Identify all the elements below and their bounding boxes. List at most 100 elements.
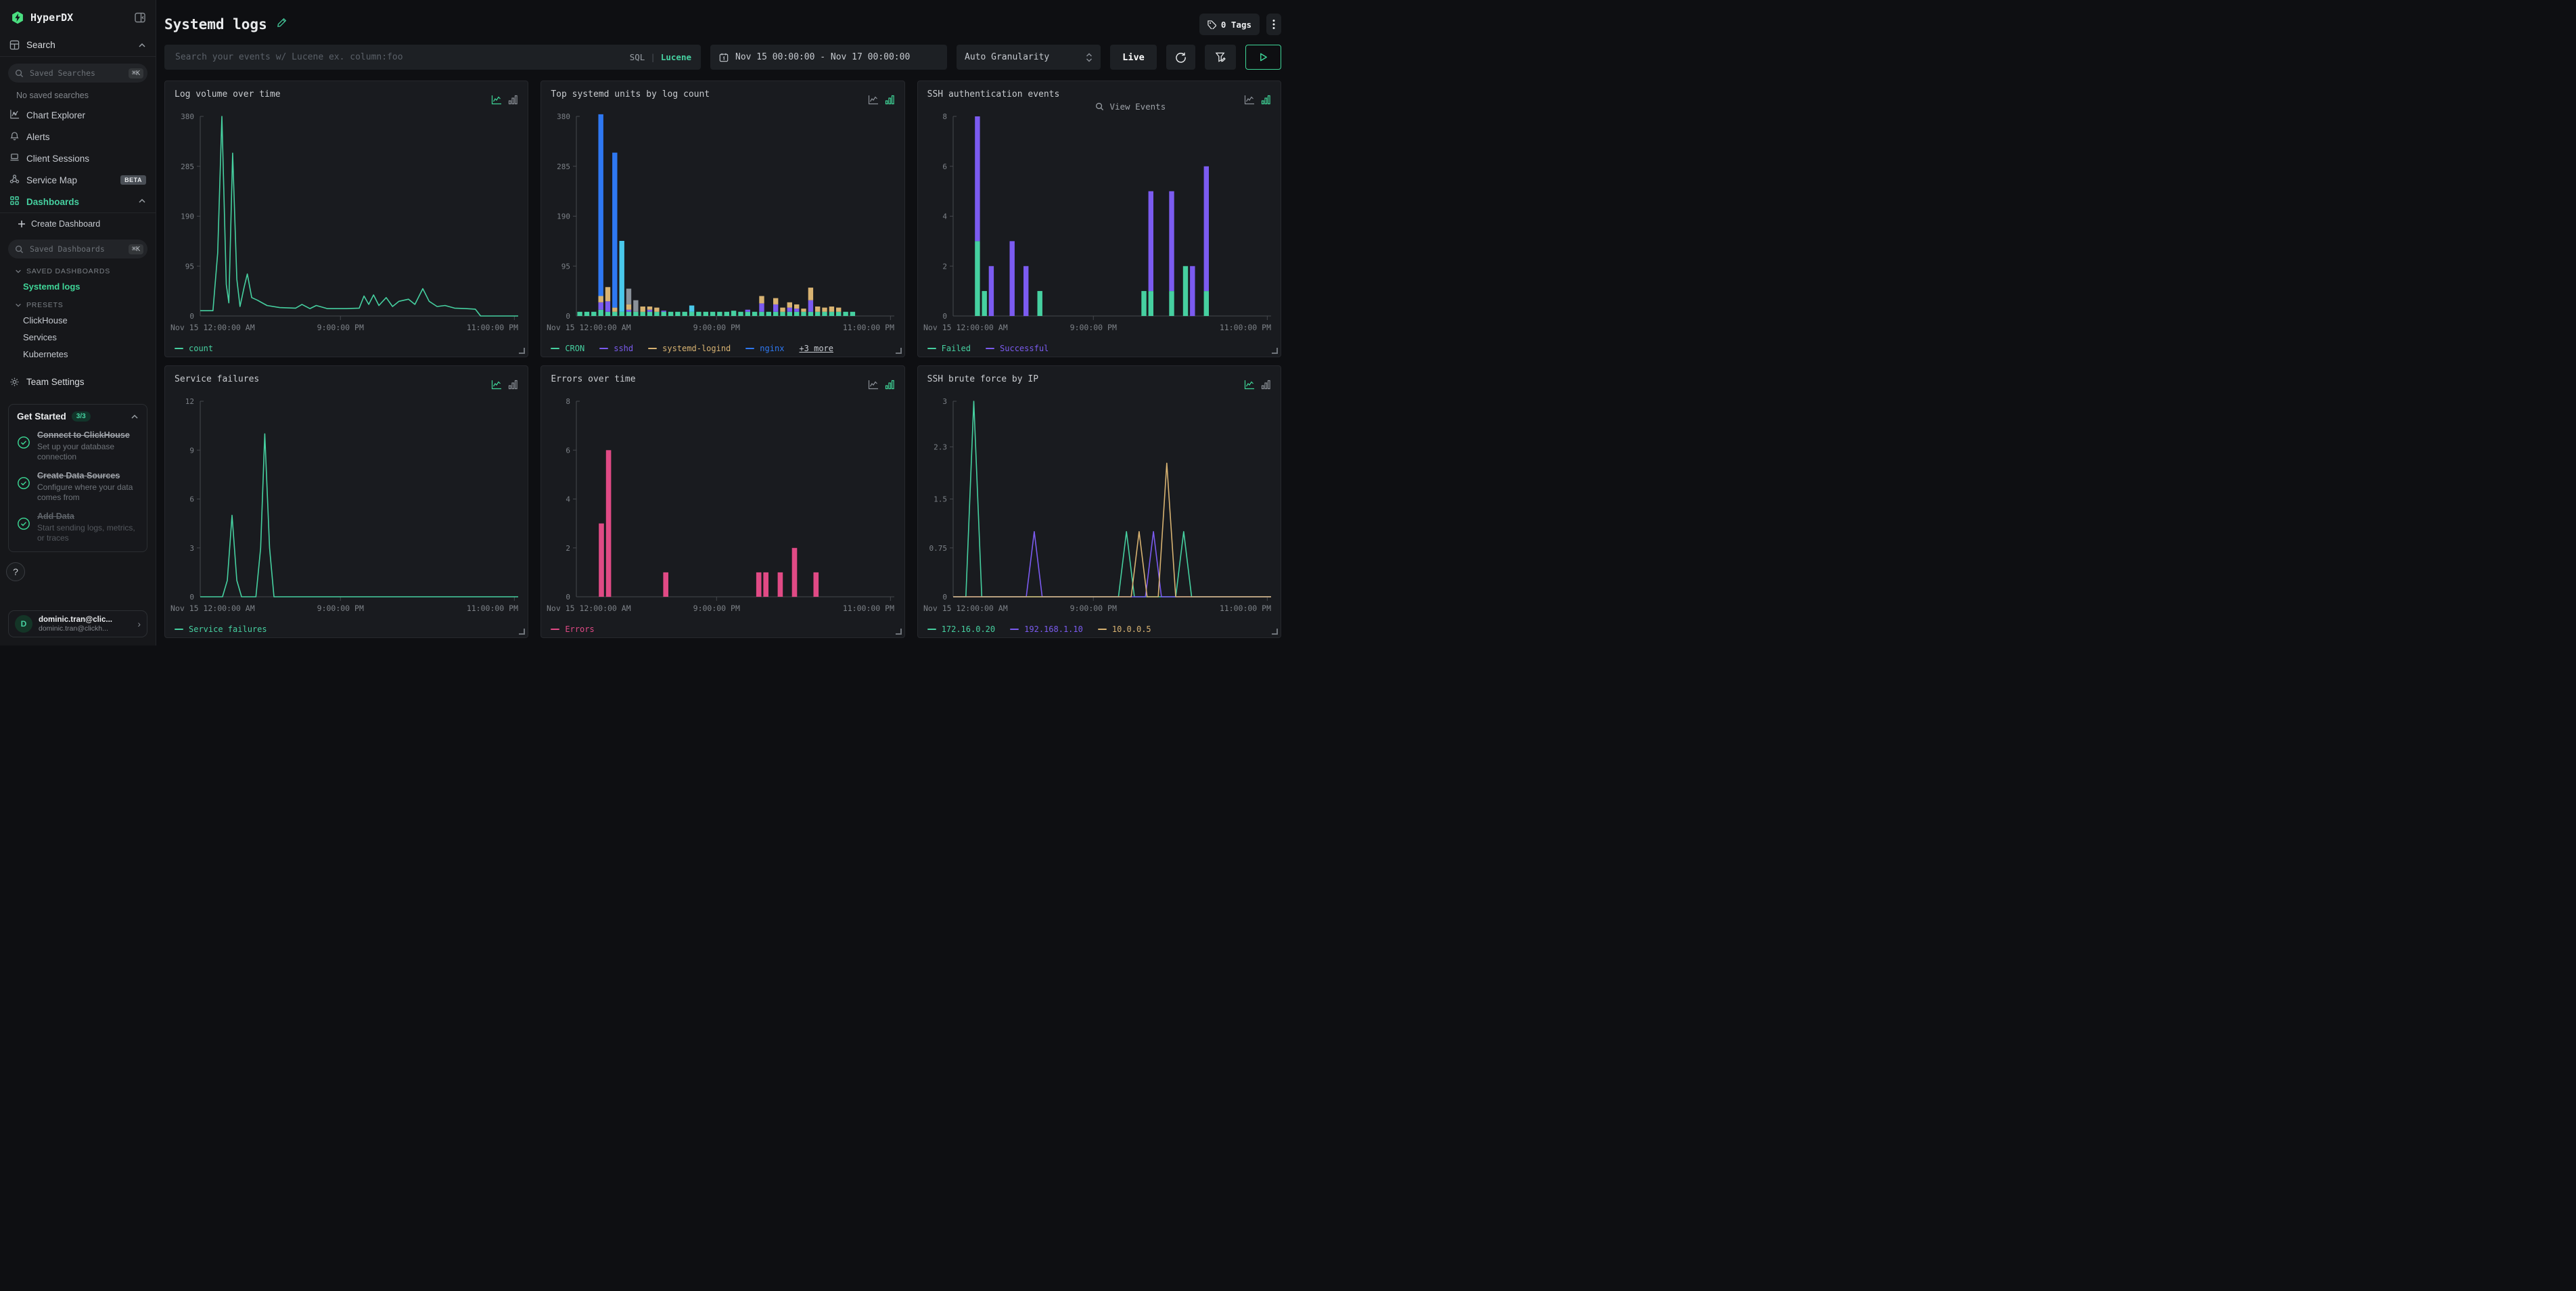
chart-plot[interactable]: 02468Nov 15 12:00:00 AM9:00:00 PM11:00:0… bbox=[922, 108, 1276, 338]
event-search-input[interactable] bbox=[174, 51, 623, 63]
panel-resize-handle[interactable] bbox=[519, 629, 525, 635]
sidebar-menu: Chart ExplorerAlertsClient SessionsServi… bbox=[0, 104, 156, 212]
chart-area[interactable]: 02468Nov 15 12:00:00 AM9:00:00 PM11:00:0… bbox=[545, 393, 900, 622]
bar-Successful bbox=[1009, 241, 1014, 316]
chart-area[interactable]: 095190285380Nov 15 12:00:00 AM9:00:00 PM… bbox=[545, 108, 900, 341]
line-view-toggle-icon[interactable] bbox=[868, 380, 879, 393]
panel-resize-handle[interactable] bbox=[1272, 629, 1278, 635]
run-query-button[interactable] bbox=[1245, 45, 1281, 70]
chart-plot[interactable]: 095190285380Nov 15 12:00:00 AM9:00:00 PM… bbox=[545, 108, 900, 338]
user-menu[interactable]: D dominic.tran@clic... dominic.tran@clic… bbox=[8, 610, 147, 637]
bar-Failed bbox=[1037, 291, 1042, 316]
chart-plot[interactable]: 02468Nov 15 12:00:00 AM9:00:00 PM11:00:0… bbox=[545, 393, 900, 618]
panel-resize-handle[interactable] bbox=[896, 348, 902, 354]
sidebar-item-alerts[interactable]: Alerts bbox=[0, 126, 156, 148]
bar-view-toggle-icon[interactable] bbox=[508, 380, 518, 393]
bar-view-toggle-icon[interactable] bbox=[885, 95, 895, 108]
sidebar-item-client-sessions[interactable]: Client Sessions bbox=[0, 148, 156, 169]
chart-plot[interactable]: 00.751.52.33Nov 15 12:00:00 AM9:00:00 PM… bbox=[922, 393, 1276, 618]
play-icon bbox=[1258, 52, 1268, 62]
sidebar-item-chart-explorer[interactable]: Chart Explorer bbox=[0, 104, 156, 126]
sidebar-preset-kubernetes[interactable]: Kubernetes bbox=[0, 346, 156, 363]
chart-plot[interactable]: 036912Nov 15 12:00:00 AM9:00:00 PM11:00:… bbox=[169, 393, 524, 618]
saved-searches-input[interactable]: ⌘K bbox=[8, 64, 147, 83]
sidebar-item-search[interactable]: Search bbox=[0, 34, 156, 56]
bar-view-toggle-icon[interactable] bbox=[1261, 380, 1271, 393]
get-started-step[interactable]: Add DataStart sending logs, metrics, or … bbox=[17, 512, 139, 543]
presets-header[interactable]: PRESETS bbox=[0, 295, 156, 312]
legend-item-systemd-logind[interactable]: systemd-logind bbox=[648, 344, 731, 353]
line-view-toggle-icon[interactable] bbox=[1244, 380, 1255, 393]
chart-area[interactable]: 02468Nov 15 12:00:00 AM9:00:00 PM11:00:0… bbox=[922, 108, 1276, 341]
bar-view-toggle-icon[interactable] bbox=[885, 380, 895, 393]
chart-area[interactable]: 00.751.52.33Nov 15 12:00:00 AM9:00:00 PM… bbox=[922, 393, 1276, 622]
bar-Failed bbox=[975, 241, 980, 316]
line-view-toggle-icon[interactable] bbox=[1244, 95, 1255, 108]
panel-resize-handle[interactable] bbox=[1272, 348, 1278, 354]
bar-view-toggle-icon[interactable] bbox=[1261, 95, 1271, 108]
sidebar-item-service-map[interactable]: Service MapBETA bbox=[0, 169, 156, 191]
live-button[interactable]: Live bbox=[1110, 45, 1157, 70]
lucene-toggle[interactable]: Lucene bbox=[661, 52, 691, 62]
chart-area[interactable]: 036912Nov 15 12:00:00 AM9:00:00 PM11:00:… bbox=[169, 393, 524, 622]
date-range-picker[interactable]: Nov 15 00:00:00 - Nov 17 00:00:00 bbox=[710, 45, 947, 70]
bar-Errors bbox=[599, 524, 605, 597]
legend-item-10-0-0-5[interactable]: 10.0.0.5 bbox=[1098, 625, 1151, 634]
legend-item-Failed[interactable]: Failed bbox=[927, 344, 971, 353]
legend-more-link[interactable]: +3 more bbox=[799, 344, 833, 353]
saved-dashboards-field[interactable] bbox=[28, 244, 124, 254]
line-view-toggle-icon[interactable] bbox=[491, 95, 502, 108]
sidebar-item-dashboards[interactable]: Dashboards bbox=[0, 191, 156, 212]
sidebar-item-team-settings[interactable]: Team Settings bbox=[0, 371, 156, 393]
event-search-box[interactable]: SQL | Lucene bbox=[164, 45, 701, 70]
chart-legend: 172.16.0.20 192.168.1.10 10.0.0.5 bbox=[918, 622, 1281, 638]
panel-title: Log volume over time bbox=[175, 89, 491, 99]
line-view-toggle-icon[interactable] bbox=[491, 380, 502, 393]
bar-Errors bbox=[756, 572, 762, 597]
sidebar-preset-clickhouse[interactable]: ClickHouse bbox=[0, 312, 156, 329]
legend-item-sshd[interactable]: sshd bbox=[599, 344, 633, 353]
legend-item-Errors[interactable]: Errors bbox=[551, 625, 594, 634]
dashboard-more-button[interactable] bbox=[1266, 14, 1281, 35]
saved-dashboards-header[interactable]: SAVED DASHBOARDS bbox=[0, 261, 156, 278]
chart-area[interactable]: 095190285380Nov 15 12:00:00 AM9:00:00 PM… bbox=[169, 108, 524, 341]
get-started-step[interactable]: Connect to ClickHouseSet up your databas… bbox=[17, 430, 139, 462]
bar-Failed bbox=[1141, 291, 1146, 316]
line-view-toggle-icon[interactable] bbox=[868, 95, 879, 108]
saved-searches-field[interactable] bbox=[28, 68, 124, 78]
legend-item-count[interactable]: count bbox=[175, 344, 213, 353]
view-events-button[interactable]: View Events bbox=[1095, 101, 1166, 112]
create-dashboard-button[interactable]: Create Dashboard bbox=[0, 213, 156, 233]
legend-item-172-16-0-20[interactable]: 172.16.0.20 bbox=[927, 625, 995, 634]
legend-label: nginx bbox=[760, 344, 784, 353]
legend-item-192-168-1-10[interactable]: 192.168.1.10 bbox=[1010, 625, 1083, 634]
bar-view-toggle-icon[interactable] bbox=[508, 95, 518, 108]
hyperdx-logo-icon bbox=[11, 11, 24, 24]
panel-resize-handle[interactable] bbox=[519, 348, 525, 354]
legend-item-CRON[interactable]: CRON bbox=[551, 344, 584, 353]
filter-button[interactable] bbox=[1205, 45, 1236, 70]
legend-item-Service-failures[interactable]: Service failures bbox=[175, 625, 267, 634]
collapse-sidebar-icon[interactable] bbox=[134, 12, 146, 24]
granularity-select[interactable]: Auto Granularity bbox=[957, 45, 1101, 70]
legend-item--3-more[interactable]: +3 more bbox=[799, 344, 833, 353]
sql-toggle[interactable]: SQL bbox=[630, 52, 645, 62]
bar-Failed bbox=[1148, 291, 1153, 316]
shortcut-badge: ⌘K bbox=[129, 68, 143, 78]
legend-item-nginx[interactable]: nginx bbox=[745, 344, 784, 353]
edit-title-icon[interactable] bbox=[277, 18, 287, 31]
bar-CRON bbox=[773, 312, 778, 316]
chart-plot[interactable]: 095190285380Nov 15 12:00:00 AM9:00:00 PM… bbox=[169, 108, 524, 338]
panel-title: SSH authentication events bbox=[927, 89, 1244, 99]
main-content: Systemd logs 0 Tags SQL | Lucene bbox=[156, 0, 1288, 646]
panel-resize-handle[interactable] bbox=[896, 629, 902, 635]
sidebar-preset-services[interactable]: Services bbox=[0, 329, 156, 346]
refresh-button[interactable] bbox=[1166, 45, 1195, 70]
get-started-step[interactable]: Create Data SourcesConfigure where your … bbox=[17, 471, 139, 503]
tags-button[interactable]: 0 Tags bbox=[1199, 14, 1260, 35]
sidebar-dashboard-systemd-logs[interactable]: Systemd logs bbox=[0, 278, 156, 295]
saved-dashboards-input[interactable]: ⌘K bbox=[8, 240, 147, 258]
help-button[interactable]: ? bbox=[6, 562, 25, 581]
chevron-up-icon[interactable] bbox=[131, 413, 139, 421]
legend-item-Successful[interactable]: Successful bbox=[986, 344, 1049, 353]
